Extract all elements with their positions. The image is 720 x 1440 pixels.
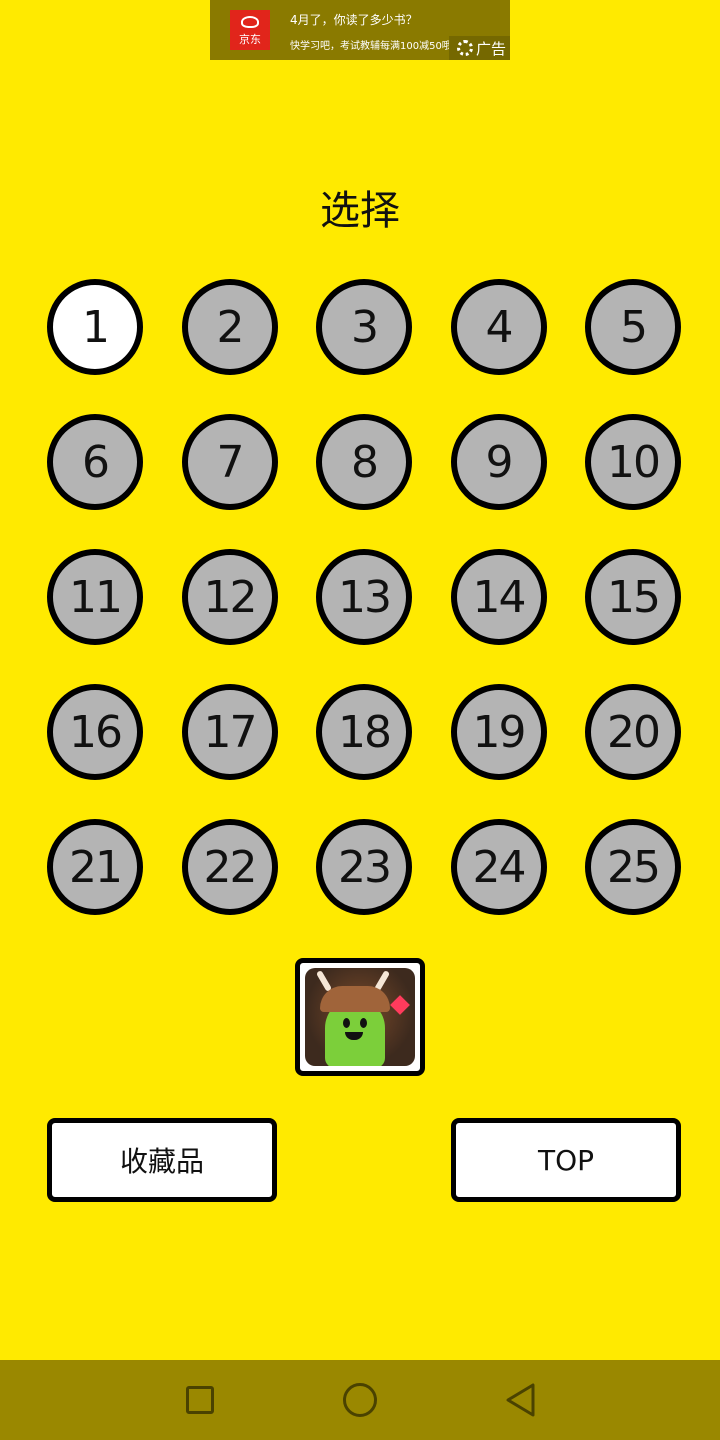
back-icon[interactable] — [504, 1382, 538, 1418]
character-eye-right — [360, 1018, 367, 1028]
ad-badge[interactable]: 广告 — [448, 36, 510, 60]
character-image — [305, 968, 415, 1066]
level-button-17[interactable]: 17 — [181, 684, 278, 780]
level-button-13[interactable]: 13 — [316, 549, 412, 645]
level-button-6[interactable]: 6 — [47, 414, 143, 510]
level-button-14[interactable]: 14 — [450, 549, 547, 645]
character-thumbnail-button[interactable] — [295, 958, 425, 1076]
ad-choice-icon — [456, 40, 473, 56]
page-title: 选择 — [320, 188, 400, 234]
ad-brand: 京东 — [239, 33, 261, 46]
level-button-23[interactable]: 23 — [316, 819, 412, 915]
level-grid: 1 2 3 4 5 6 7 8 9 10 11 12 13 14 15 16 17 18 19 20 21 22 23 24 2… — [47, 279, 681, 915]
level-button-15[interactable]: 15 — [585, 549, 681, 645]
home-icon[interactable] — [343, 1383, 377, 1417]
level-button-25[interactable]: 25 — [585, 819, 681, 915]
level-button-20[interactable]: 20 — [585, 684, 681, 780]
ad-logo-icon: 京东 — [230, 10, 270, 50]
character-eye-left — [343, 1018, 350, 1028]
collection-button[interactable]: 收藏品 — [47, 1118, 277, 1202]
top-button[interactable]: TOP — [451, 1118, 681, 1202]
level-button-1[interactable]: 1 — [47, 279, 143, 375]
character-hat — [320, 986, 390, 1012]
level-button-11[interactable]: 11 — [47, 549, 143, 645]
ad-subtitle: 快学习吧，考试教辅每满100减50哦！ — [290, 41, 455, 52]
level-button-21[interactable]: 21 — [47, 819, 143, 915]
level-button-5[interactable]: 5 — [585, 279, 681, 375]
jd-dog-icon — [241, 16, 259, 28]
level-button-7[interactable]: 7 — [181, 414, 278, 510]
level-button-4[interactable]: 4 — [450, 279, 547, 375]
level-button-2[interactable]: 2 — [181, 279, 278, 375]
level-button-12[interactable]: 12 — [181, 549, 278, 645]
level-button-3[interactable]: 3 — [316, 279, 412, 375]
level-button-8[interactable]: 8 — [316, 414, 412, 510]
level-button-16[interactable]: 16 — [47, 684, 143, 780]
ad-title: 4月了，你读了多少书？ — [290, 13, 418, 27]
level-button-10[interactable]: 10 — [585, 414, 681, 510]
level-button-19[interactable]: 19 — [450, 684, 547, 780]
system-nav-bar — [0, 1360, 720, 1440]
level-button-24[interactable]: 24 — [450, 819, 547, 915]
ad-badge-label: 广告 — [475, 39, 506, 58]
heart-icon — [390, 995, 410, 1015]
level-button-18[interactable]: 18 — [316, 684, 412, 780]
recents-icon[interactable] — [186, 1386, 214, 1414]
ad-banner[interactable]: 京东 4月了，你读了多少书？ 快学习吧，考试教辅每满100减50哦！ 广告 — [210, 0, 510, 60]
level-button-22[interactable]: 22 — [181, 819, 278, 915]
level-button-9[interactable]: 9 — [450, 414, 547, 510]
